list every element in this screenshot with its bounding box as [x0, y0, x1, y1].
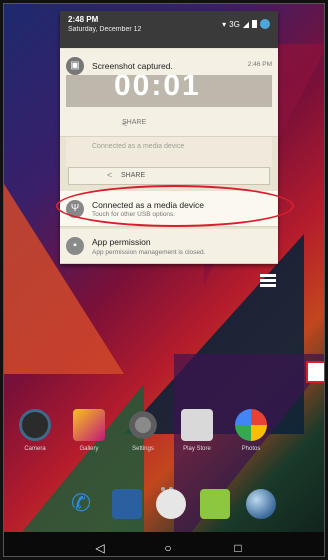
app-play-store[interactable]: Play Store [174, 409, 220, 452]
home-app-row: Camera Gallery Settings Play Store Photo… [4, 409, 324, 471]
share-label: SHARE [122, 119, 147, 126]
notification-title: Screenshot captured. [92, 61, 173, 71]
status-icons: ▾ 3G ◢ [222, 19, 270, 29]
navigation-bar: ◁ ○ □ [4, 532, 324, 556]
app-settings[interactable]: Settings [120, 409, 166, 452]
wifi-icon: ▾ [222, 19, 227, 29]
lock-icon: ▪ [66, 237, 84, 255]
share-label: SHARE [121, 172, 146, 179]
ghost-title: Connected as a media device [92, 143, 185, 150]
notification-app-permission[interactable]: ▪ App permission App permission manageme… [60, 229, 278, 264]
camera-icon [19, 409, 51, 441]
browser-icon[interactable] [246, 489, 276, 519]
messaging-icon[interactable] [200, 489, 230, 519]
page-indicator [159, 478, 183, 491]
gallery-icon [73, 409, 105, 441]
shade-header: 2:48 PM Saturday, December 12 ▾ 3G ◢ [60, 11, 278, 48]
app-gallery[interactable]: Gallery [66, 409, 112, 452]
highlight-ellipse [56, 185, 294, 227]
app-label: Camera [24, 446, 46, 452]
preview-clock: 00:01 [114, 75, 201, 102]
notification-title: App permission [92, 237, 151, 247]
notification-subtitle: App permission management is closed. [92, 249, 206, 256]
app-label: Play Store [183, 446, 211, 452]
play-store-icon [181, 409, 213, 441]
app-photos[interactable]: Photos [228, 409, 274, 452]
screenshot-icon: ▣ [66, 57, 84, 75]
ghost-share-button[interactable]: < SHARE [68, 167, 270, 185]
dock: ✆ [4, 489, 324, 525]
network-type: 3G [229, 19, 240, 29]
recent-apps-button[interactable]: □ [228, 538, 248, 556]
share-icon: < [107, 170, 113, 180]
phone-icon[interactable]: ✆ [66, 489, 96, 519]
share-button[interactable]: < SHARE [66, 113, 272, 133]
phone-screen: 2:48 PM Saturday, December 12 ▾ 3G ◢ ▣ S… [3, 3, 325, 557]
back-button[interactable]: ◁ [90, 538, 110, 556]
highlight-box [306, 361, 324, 383]
notification-time: 2:46 PM [247, 61, 272, 68]
notification-screenshot[interactable]: ▣ Screenshot captured. 2:46 PM 00:01 < S… [60, 49, 278, 137]
notification-ghost: Connected as a media device [66, 137, 272, 167]
app-label: Photos [241, 446, 261, 452]
notification-overflow-icon[interactable] [260, 272, 276, 289]
signal-icon: ◢ [242, 19, 249, 29]
gear-icon [127, 409, 159, 441]
photos-icon [235, 409, 267, 441]
app-drawer-icon[interactable] [156, 489, 186, 519]
home-button[interactable]: ○ [158, 538, 178, 556]
app-label: Gallery [79, 446, 99, 452]
screenshot-preview: 00:01 [66, 75, 272, 107]
app-label: Settings [132, 446, 154, 452]
user-avatar-icon[interactable] [260, 19, 270, 29]
contacts-icon[interactable] [112, 489, 142, 519]
battery-icon [252, 20, 257, 28]
app-camera[interactable]: Camera [12, 409, 58, 452]
